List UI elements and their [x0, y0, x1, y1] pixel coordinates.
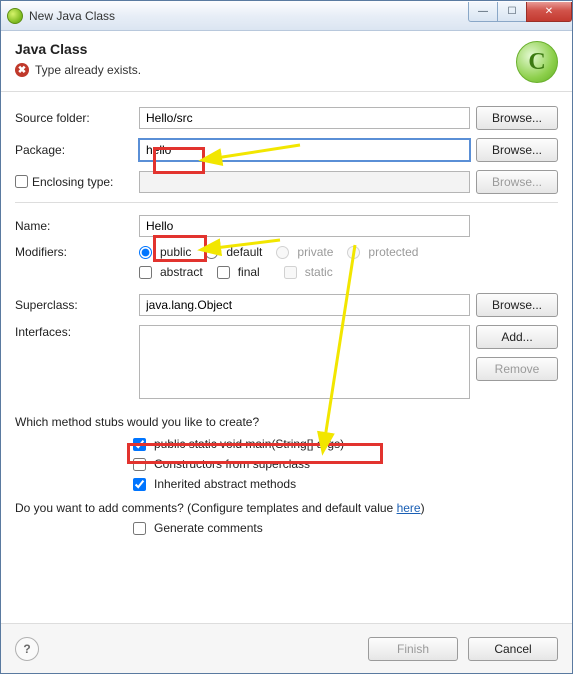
separator	[15, 202, 558, 203]
interfaces-add-button[interactable]: Add...	[476, 325, 558, 349]
error-message: Type already exists.	[35, 63, 141, 77]
method-stubs-question: Which method stubs would you like to cre…	[15, 415, 558, 429]
dialog-body: Source folder: Browse... Package: Browse…	[1, 92, 572, 535]
stub-main-checkbox[interactable]	[133, 438, 146, 451]
minimize-button[interactable]: —	[468, 2, 498, 22]
package-browse-button[interactable]: Browse...	[476, 138, 558, 162]
superclass-browse-button[interactable]: Browse...	[476, 293, 558, 317]
source-folder-label: Source folder:	[15, 111, 133, 125]
comments-question: Do you want to add comments? (Configure …	[15, 501, 425, 515]
app-icon	[7, 8, 23, 24]
package-input[interactable]	[139, 139, 470, 161]
package-label: Package:	[15, 143, 133, 157]
modifier-final[interactable]: final	[217, 265, 260, 279]
interfaces-list[interactable]	[139, 325, 470, 399]
stub-main-label: public static void main(String[] args)	[154, 437, 344, 451]
finish-button: Finish	[368, 637, 458, 661]
window-buttons: — ☐ ✕	[469, 2, 572, 22]
enclosing-type-checkbox[interactable]	[15, 175, 28, 188]
modifiers-label: Modifiers:	[15, 245, 133, 259]
enclosing-type-input	[139, 171, 470, 193]
stub-constructors-label: Constructors from superclass	[154, 457, 310, 471]
dialog-header: Java Class ✖ Type already exists. C	[1, 31, 572, 92]
superclass-input[interactable]	[139, 294, 470, 316]
error-icon: ✖	[15, 63, 29, 77]
stub-inherited-checkbox[interactable]	[133, 478, 146, 491]
interfaces-label: Interfaces:	[15, 325, 133, 339]
interfaces-remove-button: Remove	[476, 357, 558, 381]
name-input[interactable]	[139, 215, 470, 237]
modifier-private: private	[276, 245, 333, 259]
dialog-title: Java Class	[15, 41, 516, 57]
close-button[interactable]: ✕	[526, 2, 572, 22]
configure-templates-link[interactable]: here	[397, 501, 421, 515]
help-button[interactable]: ?	[15, 637, 39, 661]
enclosing-type-browse-button: Browse...	[476, 170, 558, 194]
cancel-button[interactable]: Cancel	[468, 637, 558, 661]
dialog-footer: ? Finish Cancel	[1, 623, 572, 673]
maximize-button[interactable]: ☐	[497, 2, 527, 22]
modifier-protected: protected	[347, 245, 418, 259]
modifier-abstract[interactable]: abstract	[139, 265, 203, 279]
source-folder-browse-button[interactable]: Browse...	[476, 106, 558, 130]
enclosing-type-label[interactable]: Enclosing type:	[15, 175, 133, 189]
superclass-label: Superclass:	[15, 298, 133, 312]
name-label: Name:	[15, 219, 133, 233]
class-badge-icon: C	[516, 41, 558, 83]
window-title: New Java Class	[29, 9, 469, 23]
stub-inherited-label: Inherited abstract methods	[154, 477, 296, 491]
generate-comments-checkbox[interactable]	[133, 522, 146, 535]
modifier-public[interactable]: public	[139, 245, 191, 259]
modifier-default[interactable]: default	[205, 245, 262, 259]
stub-constructors-checkbox[interactable]	[133, 458, 146, 471]
generate-comments-label: Generate comments	[154, 521, 263, 535]
modifier-static: static	[284, 265, 333, 279]
title-bar: New Java Class — ☐ ✕	[1, 1, 572, 31]
source-folder-input[interactable]	[139, 107, 470, 129]
